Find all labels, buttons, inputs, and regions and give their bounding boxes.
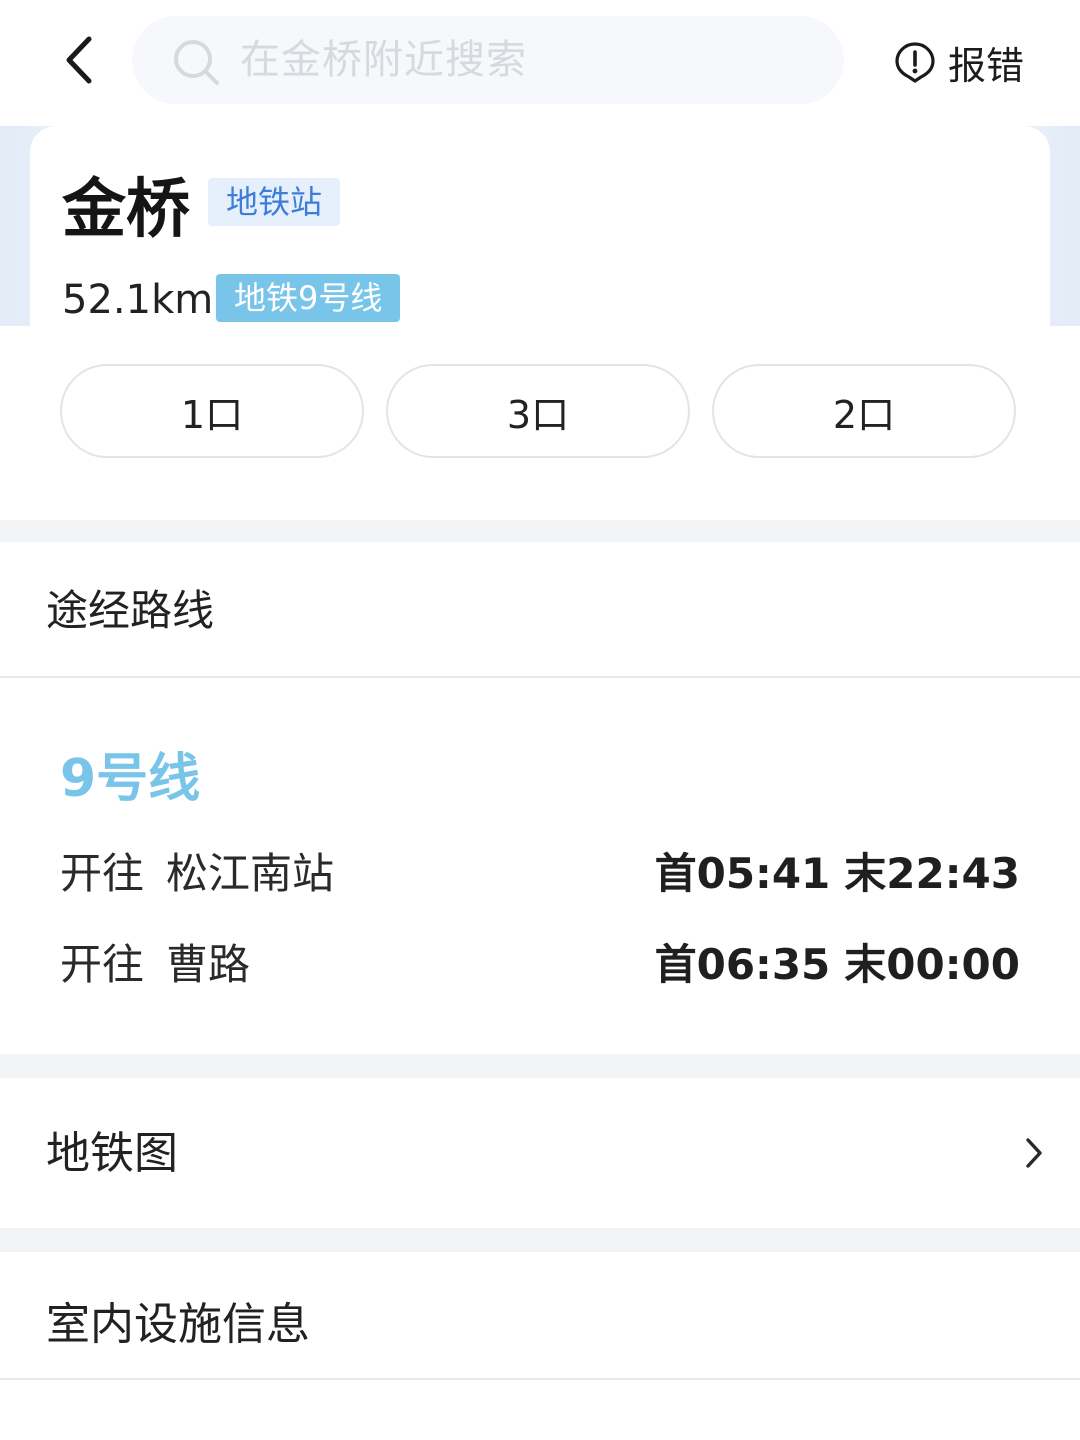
- exit-button-2[interactable]: 2口: [712, 364, 1016, 458]
- back-button[interactable]: [50, 28, 106, 92]
- direction-label: 开往 曹路: [60, 935, 250, 995]
- direction-row[interactable]: 开往 曹路 首06:35 末00:00: [60, 935, 1020, 995]
- report-error-button[interactable]: 报错: [894, 34, 1024, 90]
- service-times: 首05:41 末22:43: [655, 844, 1020, 904]
- station-card: 金桥 地铁站 52.1km 地铁9号线 1口 3口 2口: [30, 126, 1050, 518]
- divider: [0, 1378, 1080, 1380]
- exit-button-1[interactable]: 1口: [60, 364, 364, 458]
- direction-label: 开往 松江南站: [60, 844, 334, 904]
- station-distance: 52.1km: [62, 277, 214, 323]
- direction-destination: 曹路: [166, 940, 251, 989]
- service-times: 首06:35 末00:00: [655, 935, 1020, 995]
- station-name: 金桥: [62, 173, 190, 247]
- last-train-time: 末00:00: [844, 940, 1020, 989]
- direction-destination: 松江南站: [166, 849, 335, 898]
- routes-section-title: 途经路线: [46, 586, 215, 635]
- top-bar: 在金桥附近搜索 报错: [0, 0, 1080, 126]
- direction-prefix: 开往: [60, 940, 145, 989]
- section-divider: [0, 1228, 1080, 1252]
- exit-list: 1口 3口 2口: [60, 364, 1020, 460]
- first-train-time: 首05:41: [654, 849, 831, 898]
- line-badge[interactable]: 地铁9号线: [216, 274, 401, 322]
- chevron-right-icon: [1026, 1138, 1042, 1168]
- search-input[interactable]: 在金桥附近搜索: [132, 16, 844, 104]
- exit-button-3[interactable]: 3口: [386, 364, 690, 458]
- search-icon: [174, 40, 219, 85]
- last-train-time: 末22:43: [844, 849, 1020, 898]
- chevron-left-icon: [66, 36, 92, 84]
- divider: [0, 676, 1080, 678]
- route-line-name[interactable]: 9号线: [60, 746, 200, 812]
- subway-map-row[interactable]: 地铁图: [0, 1078, 1080, 1228]
- facilities-label: 室内设施信息: [46, 1299, 310, 1350]
- section-divider: [0, 520, 1080, 542]
- direction-row[interactable]: 开往 松江南站 首05:41 末22:43: [60, 844, 1020, 904]
- report-error-label: 报错: [947, 43, 1024, 88]
- section-divider: [0, 1054, 1080, 1078]
- direction-prefix: 开往: [60, 849, 145, 898]
- subway-map-label: 地铁图: [46, 1128, 178, 1179]
- search-placeholder: 在金桥附近搜索: [240, 37, 527, 83]
- station-type-badge: 地铁站: [208, 178, 341, 226]
- alert-circle-icon: [895, 42, 935, 83]
- facilities-row[interactable]: 室内设施信息: [0, 1252, 1080, 1378]
- first-train-time: 首06:35: [654, 940, 831, 989]
